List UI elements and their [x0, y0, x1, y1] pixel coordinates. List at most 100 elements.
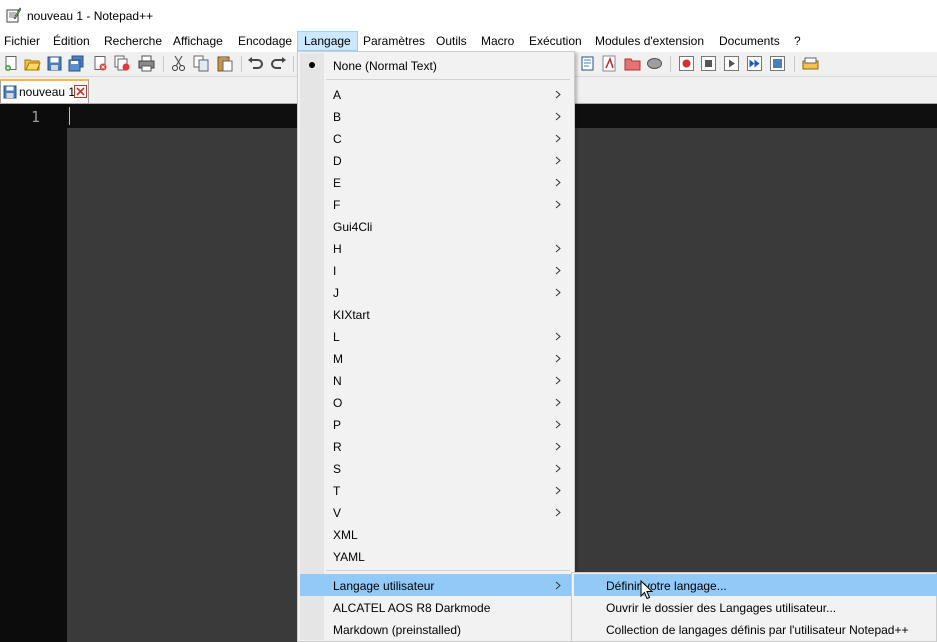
save-icon[interactable] — [46, 55, 63, 72]
chevron-right-icon — [555, 156, 561, 165]
menu-documents[interactable]: Documents — [713, 31, 786, 51]
record-macro-icon[interactable] — [678, 55, 695, 72]
cut-icon[interactable] — [170, 55, 187, 72]
menu-item-label: Ouvrir le dossier des Langages utilisate… — [606, 601, 837, 615]
menu-separator — [326, 570, 570, 571]
folder-workspace-icon[interactable] — [624, 55, 641, 72]
lang-c-item[interactable]: C — [300, 127, 572, 149]
menu-item-label: V — [333, 506, 342, 520]
menu-edition[interactable]: Édition — [47, 31, 96, 51]
lang-e-item[interactable]: E — [300, 171, 572, 193]
line-number: 1 — [30, 108, 40, 126]
paste-icon[interactable] — [216, 55, 233, 72]
menu-item-label: F — [333, 198, 341, 212]
menu-outils[interactable]: Outils — [430, 31, 473, 51]
spell-check-icon[interactable] — [802, 55, 819, 72]
copy-icon[interactable] — [193, 55, 210, 72]
open-user-languages-folder-item[interactable]: Ouvrir le dossier des Langages utilisate… — [574, 596, 937, 618]
chevron-right-icon — [555, 581, 561, 590]
save-macro-icon[interactable] — [769, 55, 786, 72]
text-caret — [69, 107, 70, 125]
user-languages-collection-item[interactable]: Collection de langages définis par l'uti… — [574, 618, 937, 640]
menu-item-label: Gui4Cli — [333, 220, 373, 234]
chevron-right-icon — [555, 266, 561, 275]
redo-icon[interactable] — [270, 55, 287, 72]
doc-map-icon[interactable] — [580, 55, 597, 72]
function-list-icon[interactable] — [601, 55, 618, 72]
menu-item-label: L — [333, 330, 340, 344]
close-all-icon[interactable] — [114, 55, 131, 72]
play-macro-icon[interactable] — [723, 55, 740, 72]
lang-r-item[interactable]: R — [300, 435, 572, 457]
chevron-right-icon — [555, 376, 561, 385]
toolbar-separator — [241, 56, 242, 72]
menu-encodage[interactable]: Encodage — [232, 31, 298, 51]
lang-xml-item[interactable]: XML — [300, 523, 572, 545]
monitoring-icon[interactable] — [646, 55, 663, 72]
menu-fichier[interactable]: Fichier — [0, 31, 46, 51]
toolbar-separator — [293, 56, 294, 72]
menu-item-label: Markdown (preinstalled) — [333, 623, 462, 637]
menu-item-label: O — [333, 396, 343, 410]
window-title: nouveau 1 - Notepad++ — [27, 9, 154, 23]
menu-execution[interactable]: Exécution — [523, 31, 588, 51]
menu-item-label: J — [333, 286, 339, 300]
menu-item-label: I — [333, 264, 337, 278]
run-macro-multiple-icon[interactable] — [746, 55, 763, 72]
menu-help[interactable]: ? — [788, 31, 807, 51]
lang-none-item[interactable]: None (Normal Text) — [300, 54, 572, 76]
lang-a-item[interactable]: A — [300, 83, 572, 105]
menu-item-label: Définir votre langage... — [606, 579, 727, 593]
lang-t-item[interactable]: T — [300, 479, 572, 501]
open-file-icon[interactable] — [24, 55, 41, 72]
lang-p-item[interactable]: P — [300, 413, 572, 435]
lang-gui4cli-item[interactable]: Gui4Cli — [300, 215, 572, 237]
menu-langage[interactable]: Langage — [297, 31, 358, 51]
menu-modules[interactable]: Modules d'extension — [589, 31, 710, 51]
lang-m-item[interactable]: M — [300, 347, 572, 369]
menu-item-label: H — [333, 242, 342, 256]
new-file-icon[interactable] — [3, 55, 20, 72]
lang-i-item[interactable]: I — [300, 259, 572, 281]
chevron-right-icon — [555, 244, 561, 253]
menu-macro[interactable]: Macro — [475, 31, 520, 51]
print-icon[interactable] — [138, 55, 155, 72]
lang-l-item[interactable]: L — [300, 325, 572, 347]
langage-menu: None (Normal Text) A B C D E F Gui4Cli H… — [297, 51, 575, 642]
mouse-pointer-icon — [640, 580, 653, 600]
lang-f-item[interactable]: F — [300, 193, 572, 215]
menu-parametres[interactable]: Paramètres — [357, 31, 431, 51]
close-tab-icon[interactable] — [74, 85, 87, 98]
lang-o-item[interactable]: O — [300, 391, 572, 413]
stop-macro-icon[interactable] — [700, 55, 717, 72]
chevron-right-icon — [555, 332, 561, 341]
menu-recherche[interactable]: Recherche — [98, 31, 168, 51]
save-all-icon[interactable] — [68, 55, 85, 72]
chevron-right-icon — [555, 134, 561, 143]
lang-s-item[interactable]: S — [300, 457, 572, 479]
lang-markdown-item[interactable]: Markdown (preinstalled) — [300, 618, 572, 640]
menu-affichage[interactable]: Affichage — [167, 31, 229, 51]
chevron-right-icon — [555, 112, 561, 121]
menu-item-label: N — [333, 374, 342, 388]
chevron-right-icon — [555, 442, 561, 451]
menu-item-label: C — [333, 132, 342, 146]
close-file-icon[interactable] — [92, 55, 109, 72]
tab-nouveau-1[interactable]: nouveau 1 — [0, 79, 89, 103]
lang-v-item[interactable]: V — [300, 501, 572, 523]
chevron-right-icon — [555, 354, 561, 363]
lang-b-item[interactable]: B — [300, 105, 572, 127]
lang-alcatel-item[interactable]: ALCATEL AOS R8 Darkmode — [300, 596, 572, 618]
lang-kixtart-item[interactable]: KIXtart — [300, 303, 572, 325]
menu-item-label: A — [333, 88, 342, 102]
lang-user-defined-item[interactable]: Langage utilisateur — [300, 574, 572, 596]
lang-yaml-item[interactable]: YAML — [300, 545, 572, 567]
define-language-item[interactable]: Définir votre langage... — [574, 574, 937, 596]
menu-item-label: P — [333, 418, 342, 432]
lang-d-item[interactable]: D — [300, 149, 572, 171]
lang-j-item[interactable]: J — [300, 281, 572, 303]
lang-n-item[interactable]: N — [300, 369, 572, 391]
lang-h-item[interactable]: H — [300, 237, 572, 259]
menu-item-label: T — [333, 484, 341, 498]
undo-icon[interactable] — [247, 55, 264, 72]
